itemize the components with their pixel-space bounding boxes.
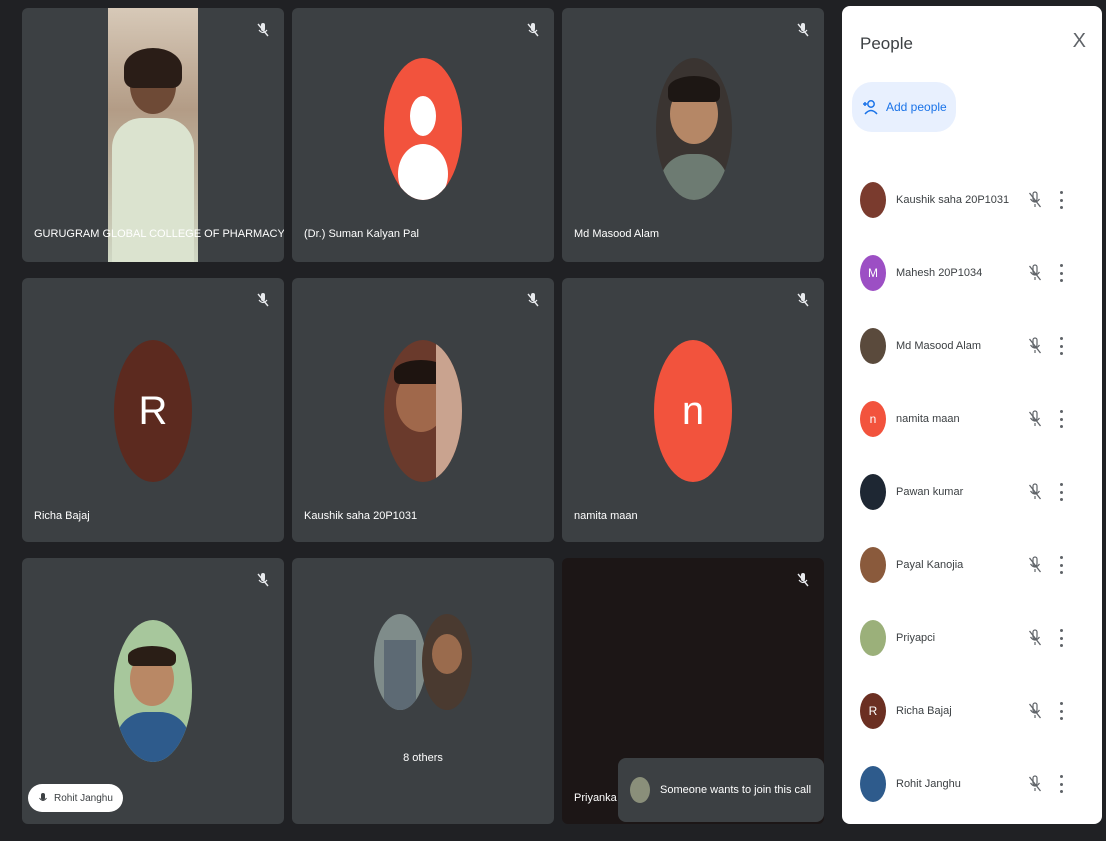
people-panel: People X Add people Kaushik saha 20P1031… xyxy=(842,6,1102,824)
person-hair xyxy=(124,48,182,88)
person-body xyxy=(112,118,194,262)
mic-off-icon[interactable] xyxy=(1028,483,1042,501)
participant-photo xyxy=(114,620,192,762)
tile-name: Kaushik saha 20P1031 xyxy=(304,510,418,522)
participant-name: Richa Bajaj xyxy=(896,705,952,717)
mic-off-icon xyxy=(257,573,269,587)
default-avatar-icon xyxy=(384,58,462,200)
add-people-button[interactable]: Add people xyxy=(852,82,956,132)
participant-photo xyxy=(422,614,472,710)
participant-name: Priyapci xyxy=(896,632,936,644)
mic-off-icon[interactable] xyxy=(1028,556,1042,574)
mic-off-icon[interactable] xyxy=(1028,191,1042,209)
mic-off-icon[interactable] xyxy=(1028,264,1042,282)
video-tile-masood[interactable]: Md Masood Alam xyxy=(562,8,824,262)
letter-avatar: n xyxy=(654,340,732,482)
add-people-label: Add people xyxy=(886,100,947,114)
mic-off-icon xyxy=(797,23,809,37)
more-options-icon[interactable] xyxy=(1060,410,1064,428)
participant-row[interactable]: Md Masood Alam xyxy=(860,322,1092,370)
participant-photo xyxy=(384,340,462,482)
participant-name-chip: Rohit Janghu xyxy=(28,784,123,812)
participant-name: Md Masood Alam xyxy=(896,340,981,352)
participant-row[interactable]: Payal Kanojia xyxy=(860,541,1092,589)
tile-name: namita maan xyxy=(574,510,638,522)
letter-avatar: n xyxy=(860,401,886,437)
video-tile-suman[interactable]: (Dr.) Suman Kalyan Pal xyxy=(292,8,554,262)
participant-photo xyxy=(860,182,886,218)
participant-photo xyxy=(860,547,886,583)
participant-name: namita maan xyxy=(896,413,960,425)
mic-off-icon xyxy=(797,293,809,307)
chip-label: Rohit Janghu xyxy=(54,792,113,804)
toast-text: Someone wants to join this call xyxy=(660,784,812,796)
mic-off-icon[interactable] xyxy=(1028,337,1042,355)
tile-name: GURUGRAM GLOBAL COLLEGE OF PHARMACY xyxy=(34,228,284,240)
participant-photo xyxy=(860,474,886,510)
panel-title: People xyxy=(860,34,913,53)
participant-name: Pawan kumar xyxy=(896,486,964,498)
tile-name: Priyanka xyxy=(574,792,617,804)
participant-name: Payal Kanojia xyxy=(896,559,964,571)
participant-row[interactable]: n namita maan xyxy=(860,395,1092,443)
video-tile-namita[interactable]: n namita maan xyxy=(562,278,824,542)
video-tile-gurugram[interactable]: GURUGRAM GLOBAL COLLEGE OF PHARMACY xyxy=(22,8,284,262)
participant-row[interactable]: R Richa Bajaj xyxy=(860,687,1092,735)
participant-photo xyxy=(860,620,886,656)
mic-off-icon[interactable] xyxy=(1028,410,1042,428)
participant-photo xyxy=(374,614,426,710)
more-options-icon[interactable] xyxy=(1060,483,1064,501)
mic-off-icon xyxy=(527,23,539,37)
more-options-icon[interactable] xyxy=(1060,264,1064,282)
participant-photo xyxy=(860,328,886,364)
participant-name: Mahesh 20P1034 xyxy=(896,267,983,279)
participant-photo xyxy=(656,58,732,200)
video-tile-richa[interactable]: R Richa Bajaj xyxy=(22,278,284,542)
participant-name: Rohit Janghu xyxy=(896,778,961,790)
mic-icon xyxy=(39,793,47,801)
participant-video xyxy=(108,8,198,262)
participant-row[interactable]: M Mahesh 20P1034 xyxy=(860,249,1092,297)
more-options-icon[interactable] xyxy=(1060,337,1064,355)
participant-row[interactable]: Kaushik saha 20P1031 xyxy=(860,176,1092,224)
participant-row[interactable]: Pawan kumar xyxy=(860,468,1092,516)
mic-off-icon xyxy=(257,293,269,307)
mic-off-icon[interactable] xyxy=(1028,702,1042,720)
requester-avatar xyxy=(630,777,650,803)
more-options-icon[interactable] xyxy=(1060,191,1064,209)
more-options-icon[interactable] xyxy=(1060,629,1064,647)
mic-off-icon[interactable] xyxy=(1028,775,1042,793)
add-person-icon xyxy=(863,100,878,115)
participant-row[interactable]: Priyapci xyxy=(860,614,1092,662)
participant-row[interactable]: Rohit Janghu xyxy=(860,760,1092,808)
letter-avatar: R xyxy=(114,340,192,482)
letter-avatar: R xyxy=(860,693,886,729)
participant-photo xyxy=(860,766,886,802)
mic-off-icon[interactable] xyxy=(1028,629,1042,647)
close-icon[interactable]: X xyxy=(1073,30,1086,53)
video-tile-others[interactable]: 8 others xyxy=(292,558,554,824)
mic-off-icon xyxy=(797,573,809,587)
tile-name: Richa Bajaj xyxy=(34,510,90,522)
others-count: 8 others xyxy=(403,752,443,764)
participant-name: Kaushik saha 20P1031 xyxy=(896,194,1010,206)
tile-name: Md Masood Alam xyxy=(574,228,659,240)
letter-avatar: M xyxy=(860,255,886,291)
meeting-stage: GURUGRAM GLOBAL COLLEGE OF PHARMACY (Dr.… xyxy=(0,0,1106,841)
more-options-icon[interactable] xyxy=(1060,556,1064,574)
video-tile-kaushik[interactable]: Kaushik saha 20P1031 xyxy=(292,278,554,542)
join-request-toast[interactable]: Someone wants to join this call xyxy=(618,758,824,822)
more-options-icon[interactable] xyxy=(1060,702,1064,720)
more-options-icon[interactable] xyxy=(1060,775,1064,793)
mic-off-icon xyxy=(257,23,269,37)
tile-name: (Dr.) Suman Kalyan Pal xyxy=(304,228,419,240)
mic-off-icon xyxy=(527,293,539,307)
